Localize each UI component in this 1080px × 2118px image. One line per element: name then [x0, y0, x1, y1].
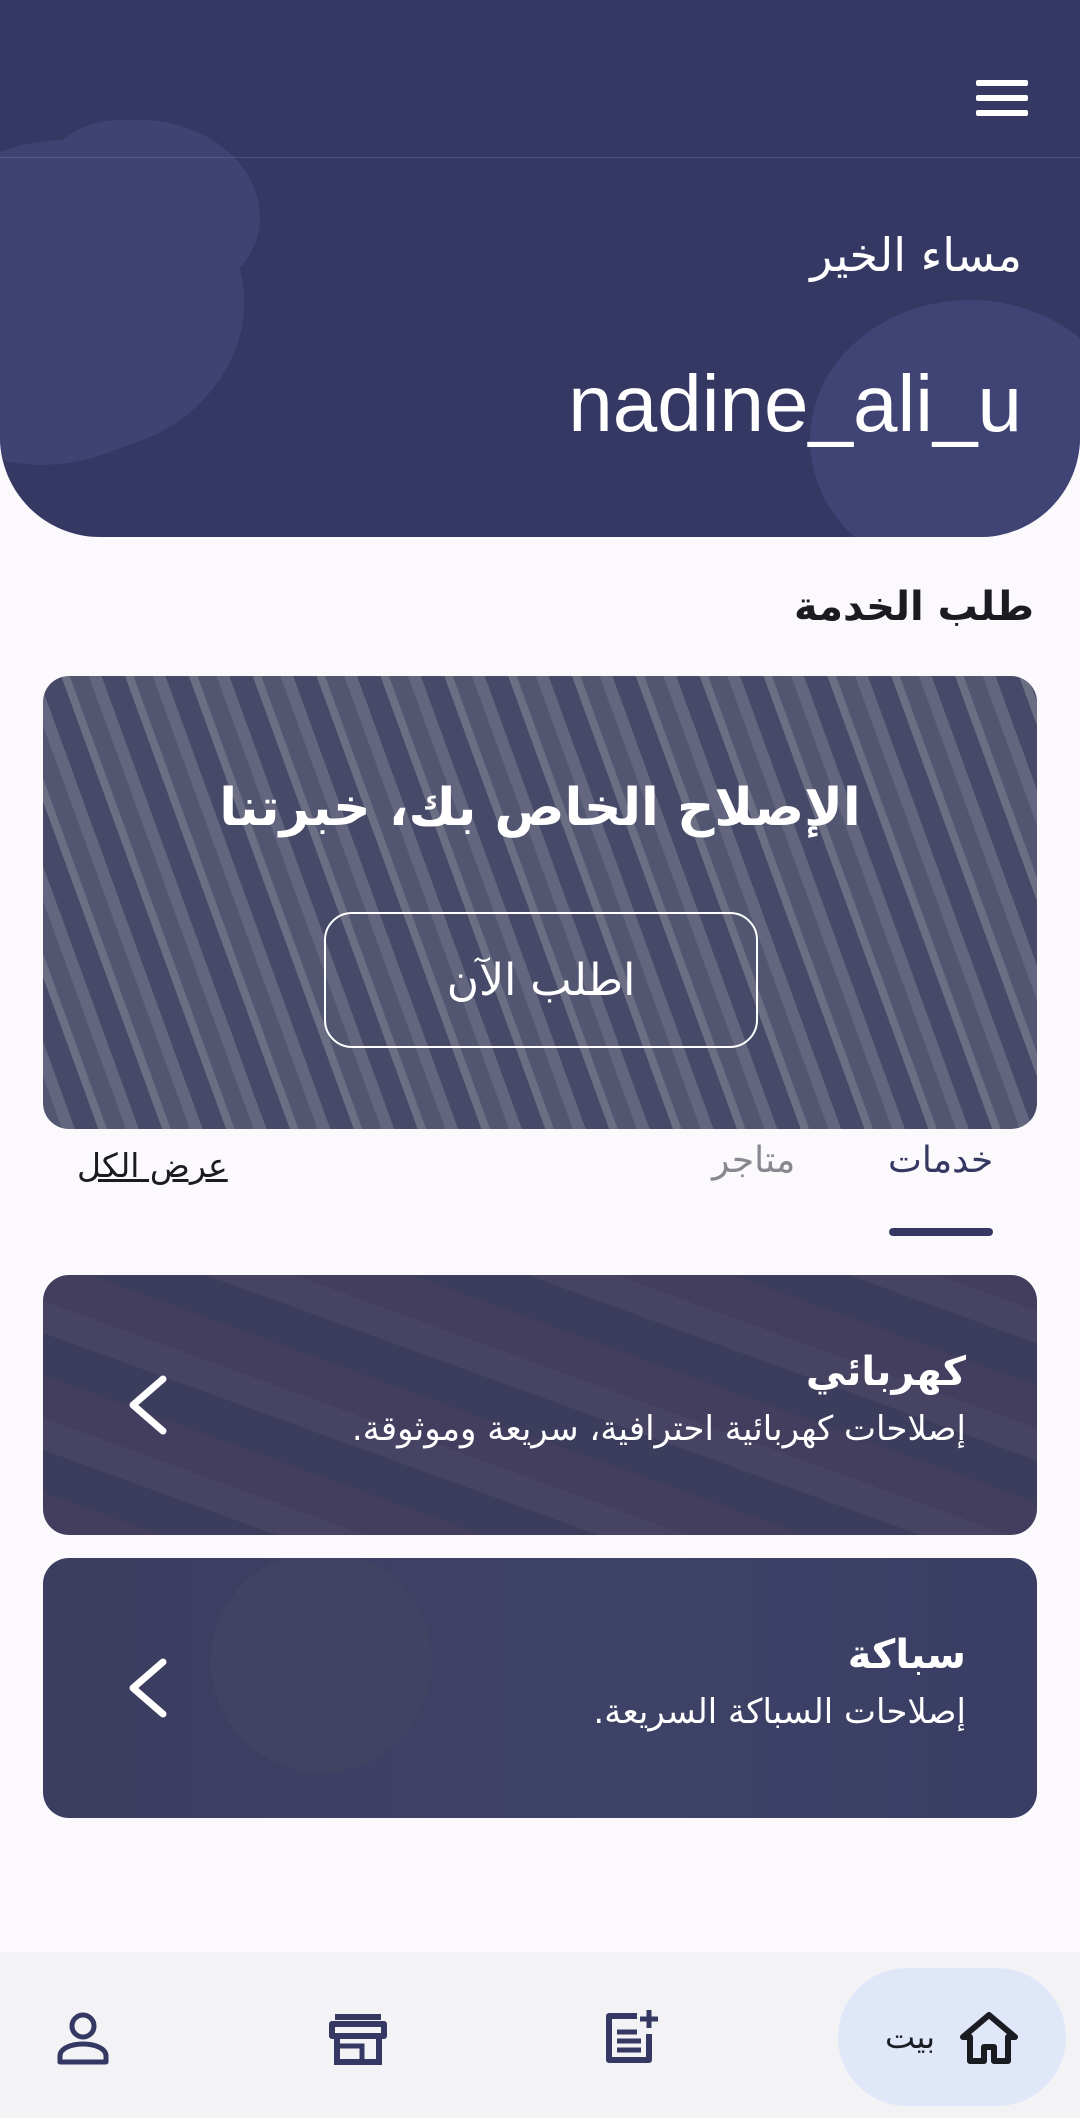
nav-home[interactable]: بيت	[838, 1968, 1066, 2106]
greeting-text: مساء الخير	[810, 228, 1022, 282]
app-bar	[0, 0, 1080, 158]
chevron-left-icon	[129, 1375, 167, 1435]
service-card-electrician[interactable]: كهربائي إصلاحات كهربائية احترافية، سريعة…	[43, 1275, 1037, 1535]
view-all-link[interactable]: عرض الكل	[77, 1146, 228, 1185]
service-title: كهربائي	[805, 1349, 966, 1395]
menu-button[interactable]	[960, 56, 1044, 140]
bottom-navigation: بيت	[0, 1952, 1080, 2118]
store-icon	[329, 2014, 387, 2065]
chevron-left-icon	[129, 1658, 167, 1718]
add-order-icon	[606, 2010, 658, 2063]
username: nadine_ali_u	[568, 359, 1022, 448]
service-title: سباكة	[847, 1632, 966, 1678]
home-icon	[960, 2012, 1018, 2064]
hamburger-menu-icon	[976, 80, 1028, 116]
nav-home-label: بيت	[885, 2018, 935, 2056]
hero-banner: الإصلاح الخاص بك، خبرتنا اطلب الآن	[43, 676, 1037, 1129]
nav-stores[interactable]	[327, 2007, 389, 2069]
hero-title: الإصلاح الخاص بك، خبرتنا	[219, 778, 861, 838]
header-banner: مساء الخير nadine_ali_u	[0, 0, 1080, 537]
tab-active-indicator	[889, 1228, 993, 1236]
tab-stores[interactable]: متاجر	[712, 1140, 795, 1181]
nav-profile[interactable]	[52, 2007, 114, 2069]
service-description: إصلاحات السباكة السريعة.	[593, 1692, 966, 1732]
order-now-button[interactable]: اطلب الآن	[324, 912, 758, 1048]
profile-icon	[57, 2012, 109, 2065]
tab-services[interactable]: خدمات	[888, 1140, 993, 1181]
nav-add-order[interactable]	[600, 2007, 662, 2069]
service-card-plumbing[interactable]: سباكة إصلاحات السباكة السريعة.	[43, 1558, 1037, 1818]
service-description: إصلاحات كهربائية احترافية، سريعة وموثوقة…	[351, 1409, 966, 1449]
section-title: طلب الخدمة	[794, 584, 1034, 630]
